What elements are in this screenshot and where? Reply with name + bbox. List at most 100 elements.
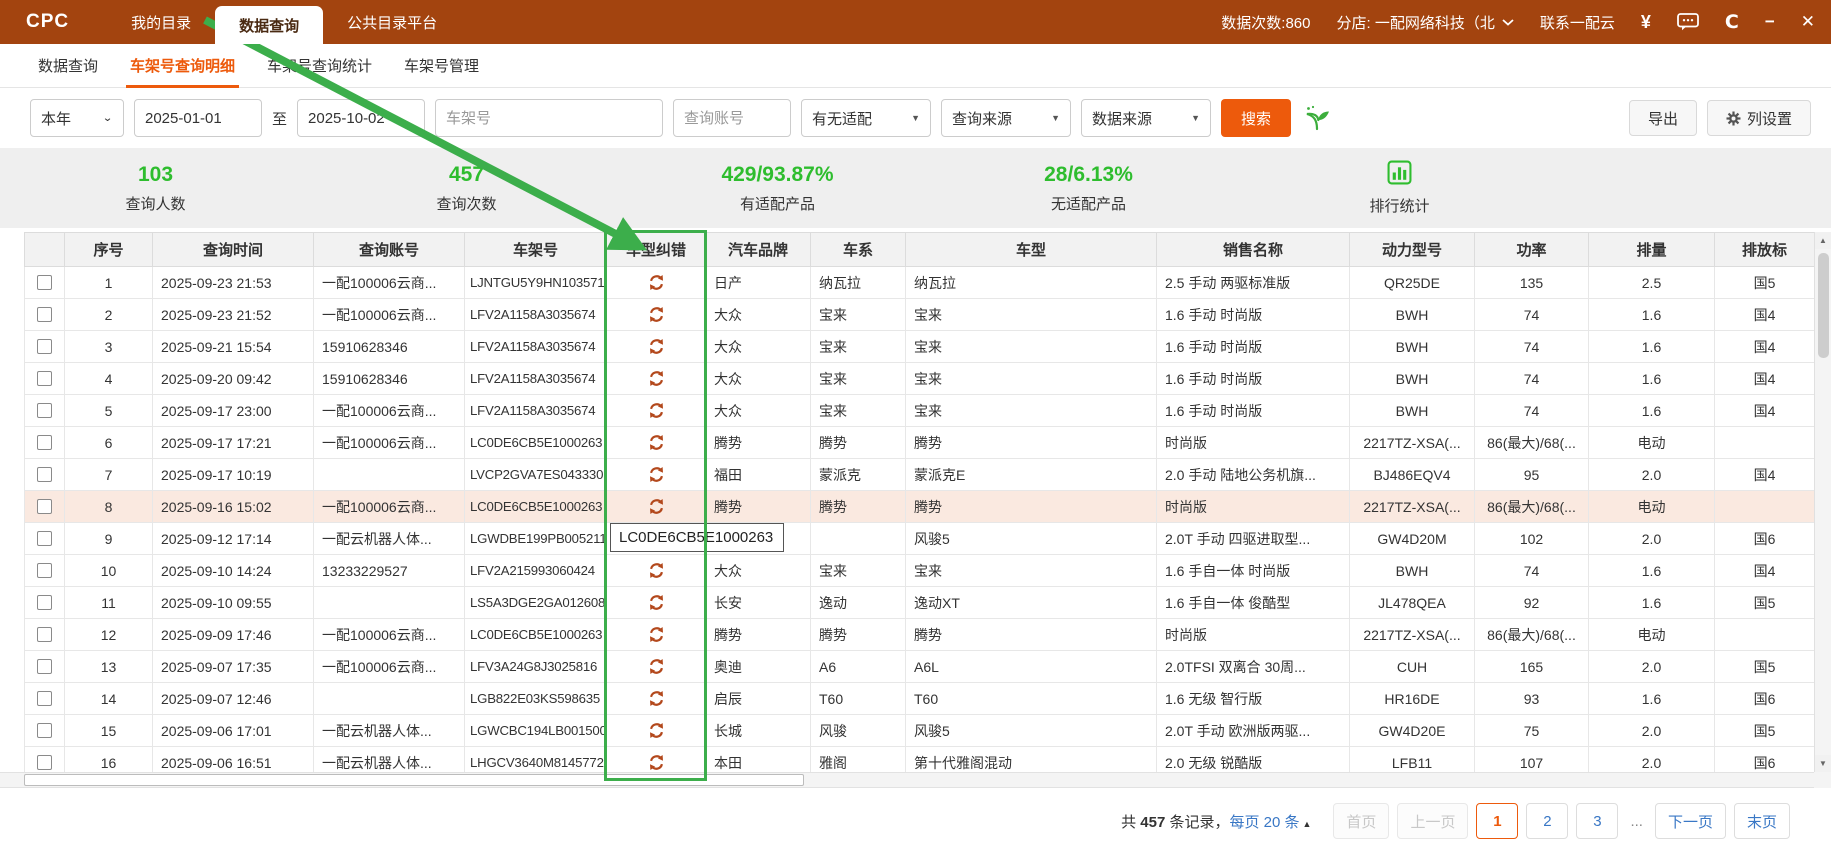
row-checkbox[interactable] — [37, 595, 52, 610]
topbar-tab-数据查询[interactable]: 数据查询 — [215, 6, 323, 44]
cell-model: 蒙派克E — [906, 459, 1157, 491]
row-checkbox[interactable] — [37, 307, 52, 322]
model-correct-sync-icon[interactable] — [615, 690, 697, 707]
cell-no: 2 — [65, 299, 153, 331]
subnav-tab-车架号查询明细[interactable]: 车架号查询明细 — [114, 44, 251, 88]
minimize-icon[interactable]: − — [1765, 12, 1775, 32]
table-row: 32025-09-21 15:5415910628346LFV2A1158A30… — [25, 331, 1815, 363]
dropdown-查询来源[interactable]: 查询来源▼ — [941, 99, 1071, 137]
date-from-input[interactable] — [134, 99, 262, 137]
cell-displacement: 2.5 — [1589, 267, 1715, 299]
currency-icon[interactable]: ¥ — [1641, 12, 1651, 33]
cell-power: 86(最大)/68(... — [1475, 619, 1589, 651]
table-row: 102025-09-10 14:2413233229527LFV2A215993… — [25, 555, 1815, 587]
scroll-down-icon[interactable]: ▼ — [1815, 755, 1831, 772]
row-checkbox[interactable] — [37, 691, 52, 706]
column-settings-button[interactable]: 列设置 — [1707, 100, 1811, 136]
row-checkbox[interactable] — [37, 499, 52, 514]
next-page-button[interactable]: 下一页 — [1655, 803, 1726, 839]
model-correct-sync-icon[interactable] — [615, 594, 697, 611]
table-row: 52025-09-17 23:00一配100006云商...LFV2A1158A… — [25, 395, 1815, 427]
model-correct-sync-icon[interactable] — [615, 338, 697, 355]
message-icon[interactable] — [1677, 13, 1699, 31]
cell-model: T60 — [906, 683, 1157, 715]
row-checkbox[interactable] — [37, 723, 52, 738]
row-checkbox[interactable] — [37, 627, 52, 642]
contact-link[interactable]: 联系一配云 — [1540, 12, 1615, 33]
cell-model: 腾势 — [906, 619, 1157, 651]
page-button-2[interactable]: 2 — [1526, 803, 1568, 839]
chevron-down-icon: ▼ — [1191, 113, 1200, 123]
row-checkbox-cell — [25, 267, 65, 299]
topbar-tab-公共目录平台[interactable]: 公共目录平台 — [323, 0, 461, 44]
cell-power: 75 — [1475, 715, 1589, 747]
col-header-功率: 功率 — [1475, 233, 1589, 267]
page-button-1[interactable]: 1 — [1476, 803, 1518, 839]
model-correct-sync-icon[interactable] — [615, 562, 697, 579]
cell-no: 12 — [65, 619, 153, 651]
model-correct-sync-icon[interactable] — [615, 402, 697, 419]
page-ellipsis: ... — [1626, 813, 1647, 830]
model-correct-sync-icon[interactable] — [615, 722, 697, 739]
horizontal-scrollbar[interactable] — [0, 772, 1814, 788]
model-correct-sync-icon[interactable] — [615, 370, 697, 387]
vin-search-input[interactable] — [435, 99, 663, 137]
cell-vin: LHGCV3640M8145772 — [465, 747, 607, 773]
cell-power: 107 — [1475, 747, 1589, 773]
bar-chart-icon[interactable] — [1387, 160, 1412, 189]
model-correct-sync-icon[interactable] — [615, 658, 697, 675]
col-header-排放标: 排放标 — [1715, 233, 1815, 267]
export-button[interactable]: 导出 — [1629, 100, 1697, 136]
account-search-input[interactable] — [673, 99, 791, 137]
row-checkbox[interactable] — [37, 339, 52, 354]
row-checkbox[interactable] — [37, 403, 52, 418]
subnav-tab-车架号查询统计[interactable]: 车架号查询统计 — [251, 44, 388, 88]
cell-query-time: 2025-09-12 17:14 — [153, 523, 314, 555]
last-page-button[interactable]: 末页 — [1734, 803, 1790, 839]
row-checkbox[interactable] — [37, 275, 52, 290]
date-range-select[interactable]: 本年 ⌄ — [30, 99, 124, 137]
row-checkbox[interactable] — [37, 563, 52, 578]
cell-sale-name: 1.6 手自一体 俊酷型 — [1157, 587, 1350, 619]
close-icon[interactable]: ✕ — [1801, 12, 1815, 32]
row-checkbox[interactable] — [37, 371, 52, 386]
row-checkbox[interactable] — [37, 467, 52, 482]
model-correct-sync-icon[interactable] — [615, 434, 697, 451]
model-correct-sync-icon[interactable] — [615, 754, 697, 771]
refresh-icon[interactable]: C — [1725, 11, 1739, 33]
dropdown-有无适配[interactable]: 有无适配▼ — [801, 99, 931, 137]
model-correct-sync-icon[interactable] — [615, 466, 697, 483]
vertical-scrollbar[interactable]: ▲ ▼ — [1814, 232, 1831, 772]
subnav-tab-车架号管理[interactable]: 车架号管理 — [388, 44, 495, 88]
topbar-tab-我的目录[interactable]: 我的目录 — [107, 0, 215, 44]
date-to-input[interactable] — [297, 99, 425, 137]
row-checkbox[interactable] — [37, 659, 52, 674]
model-correct-sync-icon[interactable] — [615, 626, 697, 643]
horizontal-scrollbar-thumb[interactable] — [24, 774, 804, 786]
prev-page-button[interactable]: 上一页 — [1397, 803, 1468, 839]
row-checkbox[interactable] — [37, 755, 52, 770]
cell-brand: 大众 — [706, 331, 811, 363]
cell-no: 16 — [65, 747, 153, 773]
per-page-select[interactable]: 每页 20 条 — [1229, 814, 1299, 831]
row-checkbox[interactable] — [37, 435, 52, 450]
row-checkbox[interactable] — [37, 531, 52, 546]
vertical-scrollbar-thumb[interactable] — [1818, 253, 1829, 358]
cell-query-account: 一配100006云商... — [314, 267, 465, 299]
search-button[interactable]: 搜索 — [1221, 99, 1291, 137]
chevron-down-icon — [1502, 19, 1514, 26]
row-checkbox-cell — [25, 363, 65, 395]
stat-label: 无适配产品 — [1051, 193, 1126, 214]
model-correct-sync-icon[interactable] — [615, 498, 697, 515]
store-selector[interactable]: 分店: 一配网络科技（北 — [1336, 12, 1513, 33]
dropdown-数据来源[interactable]: 数据来源▼ — [1081, 99, 1211, 137]
subnav-tab-数据查询[interactable]: 数据查询 — [22, 44, 114, 88]
model-correct-sync-icon[interactable] — [615, 306, 697, 323]
page-button-3[interactable]: 3 — [1576, 803, 1618, 839]
scroll-up-icon[interactable]: ▲ — [1815, 232, 1831, 249]
first-page-button[interactable]: 首页 — [1333, 803, 1389, 839]
stat-查询人数: 103查询人数 — [0, 148, 311, 228]
model-correct-sync-icon[interactable] — [615, 274, 697, 291]
stat-排行统计[interactable]: 排行统计 — [1244, 148, 1555, 228]
row-checkbox-cell — [25, 587, 65, 619]
